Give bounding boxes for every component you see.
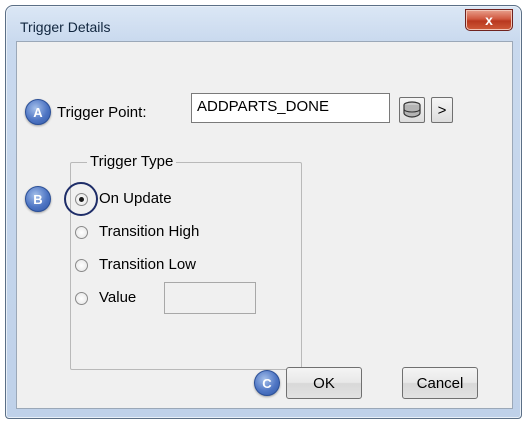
radio-transition-low[interactable]: [75, 259, 88, 272]
ok-button[interactable]: OK: [286, 367, 362, 399]
close-icon: x: [485, 12, 493, 28]
callout-badge-b: B: [25, 186, 51, 212]
trigger-type-legend: Trigger Type: [87, 153, 177, 170]
window-title: Trigger Details: [20, 19, 111, 35]
database-browse-icon: [403, 101, 421, 118]
dialog-body: A Trigger Point: ADDPARTS_DONE > Trigger…: [16, 41, 513, 409]
value-input[interactable]: [164, 282, 256, 314]
radio-on-update[interactable]: [75, 193, 88, 206]
browse-tag-button[interactable]: [399, 97, 425, 123]
trigger-details-dialog: Trigger Details x A Trigger Point: ADDPA…: [5, 5, 522, 419]
radio-transition-high[interactable]: [75, 226, 88, 239]
callout-badge-c: C: [254, 370, 280, 396]
expand-arrow-button[interactable]: >: [431, 97, 453, 123]
radio-value[interactable]: [75, 292, 88, 305]
cancel-button[interactable]: Cancel: [402, 367, 478, 399]
chevron-right-icon: >: [437, 101, 447, 119]
value-label[interactable]: Value: [99, 289, 136, 306]
transition-low-label[interactable]: Transition Low: [99, 256, 196, 273]
callout-badge-a: A: [25, 99, 51, 125]
trigger-point-label: Trigger Point:: [57, 104, 147, 121]
on-update-label[interactable]: On Update: [99, 190, 172, 207]
trigger-point-input[interactable]: ADDPARTS_DONE: [191, 93, 390, 123]
title-bar[interactable]: Trigger Details x: [6, 6, 521, 46]
transition-high-label[interactable]: Transition High: [99, 223, 199, 240]
close-button[interactable]: x: [465, 9, 513, 31]
